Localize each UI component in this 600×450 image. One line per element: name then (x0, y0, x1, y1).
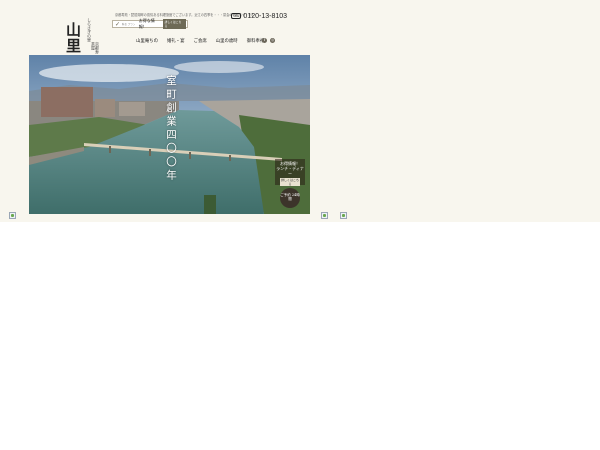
nav-item[interactable]: 山里庵ちの (136, 38, 158, 44)
broken-image-icon (340, 212, 347, 219)
main-nav: 山里庵ちの 婚礼・宴 ご会席 山里の歳時 御料奉祀 (136, 38, 264, 44)
facebook-icon[interactable]: f (262, 38, 267, 43)
nav-item[interactable]: 山里の歳時 (216, 38, 238, 44)
side-badge-sub: ランチ・ディナー (276, 166, 304, 176)
phone-number-text: 0120-13-8103 (243, 13, 288, 20)
logo-caption: 京都寿茶屋 (91, 42, 100, 54)
promo-more-button[interactable]: 詳しくはこちら (162, 19, 186, 29)
promo-bar[interactable]: ✓ 料金 プラン お得な情報！ 詳しくはこちら (112, 18, 188, 29)
side-badge-button[interactable]: 詳しくはこちら (280, 178, 300, 186)
phone-number[interactable]: TEL 0120-13-8103 (231, 13, 287, 20)
promo-kind-label: 料金 プラン (121, 22, 136, 26)
nav-item[interactable]: ご会席 (194, 38, 207, 44)
broken-image-icon (321, 212, 328, 219)
hero-vertical-title: 室町創業四〇〇年 (165, 75, 177, 183)
hero-image: 室町創業四〇〇年 お得情報！ ランチ・ディナー 詳しくはこちら ご予約 24時間 (29, 55, 310, 214)
site-logo[interactable]: しらさぎの里 山里 京都寿茶屋 (64, 12, 100, 56)
logo-subtitle: しらさぎの里 (87, 18, 92, 42)
instagram-icon[interactable]: ◎ (270, 38, 275, 43)
broken-image-icon (9, 212, 16, 219)
hero-side-badge[interactable]: お得情報！ ランチ・ディナー 詳しくはこちら (275, 159, 305, 186)
hero-round-badge[interactable]: ご予約 24時間 (280, 188, 300, 208)
site-container: しらさぎの里 山里 京都寿茶屋 京都寿苑・琵琶湖畔の風情ある料理旅館でございます… (29, 0, 310, 222)
nav-item[interactable]: 婚礼・宴 (167, 38, 185, 44)
social-links: f ◎ (262, 38, 275, 43)
logo-brand: 山里 (64, 22, 82, 54)
promo-text: お得な情報！ (138, 18, 155, 29)
phone-icon: TEL (231, 13, 242, 20)
check-icon: ✓ (114, 20, 120, 28)
